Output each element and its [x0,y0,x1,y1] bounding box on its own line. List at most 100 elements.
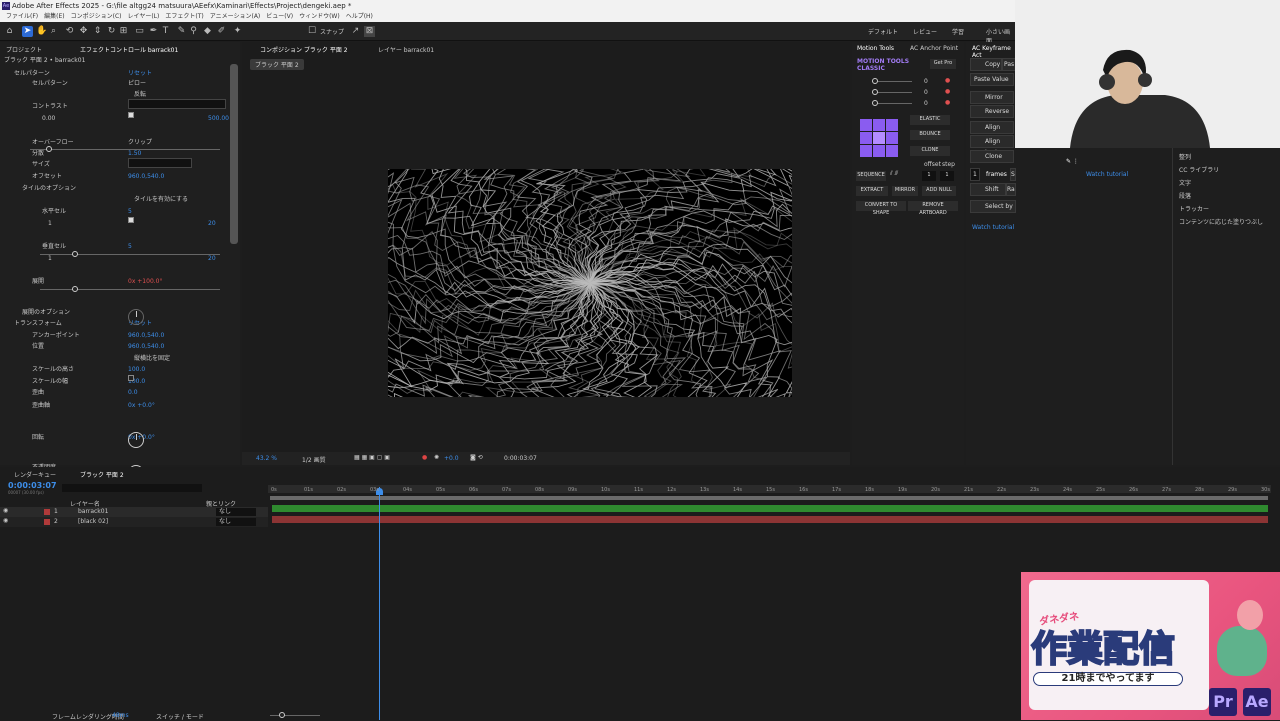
effect-row-value[interactable]: タイルを有効にする [134,195,188,205]
eraser-tool-icon[interactable]: ◆ [202,26,213,37]
tab-keyframe[interactable]: AC Keyframe Act [972,45,1016,59]
parent-dropdown[interactable]: なし [216,518,256,526]
convert-to-shape-button[interactable]: CONVERT TO SHAPE [856,201,906,216]
effect-row-value[interactable]: 960.0,540.0 [128,172,164,182]
workspace-learn[interactable]: 学習 [952,27,964,36]
hcell-slider-track[interactable] [40,254,220,255]
mt-slider-value[interactable]: 0 [924,100,928,107]
roto-tool-icon[interactable]: ✐ [216,26,227,37]
zoom-slider-knob[interactable] [279,712,285,718]
overflow-dropdown[interactable] [128,158,192,168]
effect-row-value[interactable]: 20 [208,219,216,229]
effect-row[interactable]: 展開のオプション [0,308,230,318]
contrast-slider-knob[interactable] [46,146,52,152]
paste-value-button[interactable]: Paste Value [970,73,1014,86]
mt-slider-knob[interactable] [872,89,878,95]
right-panel-item[interactable]: 整列 [1179,152,1191,161]
sequence-icons[interactable]: ⫽ ⫻ [890,170,898,178]
exposure-icon[interactable]: ✺ [434,454,439,461]
tab-composition[interactable]: コンポジション ブラック 平面 2 [260,45,348,54]
rect-tool-icon[interactable]: ▭ [134,26,145,37]
mt-slider-value[interactable]: 0 [924,89,928,96]
layer-label-color[interactable] [44,519,50,525]
clone-stamp-icon[interactable]: ⚲ [188,26,199,37]
bounce-button[interactable]: BOUNCE [910,130,950,140]
orbit-tool-icon[interactable]: ⟲ [64,26,75,37]
effect-row-value[interactable]: 0.0 [128,388,138,398]
effect-row-value[interactable]: 100.0 [128,365,145,375]
resolution-select[interactable]: 1/2 画質 [302,455,326,464]
tab-timeline-comp[interactable]: ブラック 平面 2 [80,470,124,479]
menu-item-7[interactable]: ウィンドウ(W) [299,13,340,20]
mt-slider-value[interactable]: 0 [924,78,928,85]
offset-input[interactable]: 1 [922,171,936,181]
effect-row[interactable]: アンカーポイント 960.0,540.0 [0,331,230,341]
invert-checkbox[interactable] [128,112,134,118]
anchor-cell[interactable] [873,132,885,144]
layer-bar-1[interactable] [272,505,1268,512]
selection-tool-icon[interactable]: ➤ [22,26,33,37]
effect-row[interactable]: オーバーフロー クリップ [0,138,230,148]
effect-row[interactable]: タイルを有効にする [0,195,230,205]
tab-project[interactable]: プロジェクト [6,45,42,54]
snap-checkbox-icon[interactable]: ☐ [308,26,316,37]
layer-label-color[interactable] [44,509,50,515]
add-null-button[interactable]: ADD NULL [922,186,956,196]
clone-button[interactable]: CLONE [910,146,950,156]
mt-reset-icon[interactable]: ● [945,88,950,95]
zoom-tool-icon[interactable]: ⌕ [48,26,59,37]
right-panel-item[interactable]: トラッカー [1179,204,1209,213]
effect-row-value[interactable]: 20 [208,254,216,264]
random-button[interactable]: Random [1006,183,1016,196]
effect-row[interactable]: 0.00 500.00 [0,114,230,124]
effect-row[interactable]: サイズ60.0 [0,160,230,170]
effect-row[interactable]: 1 20 [0,219,230,229]
effect-row-value[interactable]: 500.00 [208,114,229,124]
effect-row-value[interactable]: 0x +100.0° [128,277,162,287]
type-tool-icon[interactable]: T [160,26,171,37]
effect-row[interactable]: セルパターン リセット [0,69,230,79]
anchor-cell[interactable] [886,119,898,131]
shift-button-2[interactable]: Shift [970,183,1006,196]
effect-row[interactable]: スケールの幅 100.0 [0,377,230,387]
mt-slider-track[interactable] [872,81,912,82]
evolution-dial[interactable] [128,309,144,325]
vcell-slider-knob[interactable] [72,286,78,292]
zoom-level[interactable]: 43.2 % [256,455,277,462]
effect-row-value[interactable]: 5 [128,242,132,252]
watch-tutorial-link[interactable]: Watch tutorial [1086,171,1128,178]
grid-icon[interactable]: ▦ ▦ ▣ ▢ ▣ [354,454,390,461]
effect-row-value[interactable]: リセット [128,69,152,79]
dolly-tool-icon[interactable]: ⇕ [92,26,103,37]
parent-dropdown[interactable]: なし [216,508,256,516]
home-icon[interactable]: ⌂ [4,26,15,37]
right-panel-item[interactable]: CC ライブラリ [1179,165,1219,174]
tab-anchor-point[interactable]: AC Anchor Point [910,45,958,52]
menu-item-0[interactable]: ファイル(F) [6,13,38,20]
panel-scrollbar[interactable] [230,64,238,244]
step-input[interactable]: 1 [940,171,954,181]
align-first-button[interactable]: Align First [970,121,1014,142]
effect-row[interactable]: 位置 960.0,540.0 [0,342,230,352]
paste-button[interactable]: Pas [1002,58,1016,71]
mt-slider-track[interactable] [872,92,912,93]
extract-button[interactable]: EXTRACT [856,186,888,196]
comp-breadcrumb[interactable]: ブラック 平面 2 [250,59,304,70]
effect-row[interactable]: 歪曲軸 0x +0.0° [0,401,230,411]
get-pro-button[interactable]: Get Pro [930,59,956,69]
right-panel-item[interactable]: 文字 [1179,178,1191,187]
skew-axis-dial[interactable] [128,432,144,448]
cell-pattern-dropdown[interactable] [128,99,226,109]
puppet-tool-icon[interactable]: ✦ [232,26,243,37]
align-last-button[interactable]: Align Last [970,135,1014,156]
visibility-icon[interactable]: ◉ [3,507,8,514]
anchor-cell[interactable] [860,119,872,131]
effect-row[interactable]: 歪曲 0.0 [0,388,230,398]
layer-name[interactable]: [black 02] [78,518,108,525]
mt-slider-knob[interactable] [872,78,878,84]
effect-row[interactable]: オフセット 960.0,540.0 [0,172,230,182]
timeline-layer-row[interactable]: ◉ 2 [black 02] なし [0,517,268,527]
anchor-cell[interactable] [860,145,872,157]
menu-item-4[interactable]: エフェクト(T) [165,13,203,20]
select-by-order-dropdown[interactable]: Select by Order [970,200,1016,213]
